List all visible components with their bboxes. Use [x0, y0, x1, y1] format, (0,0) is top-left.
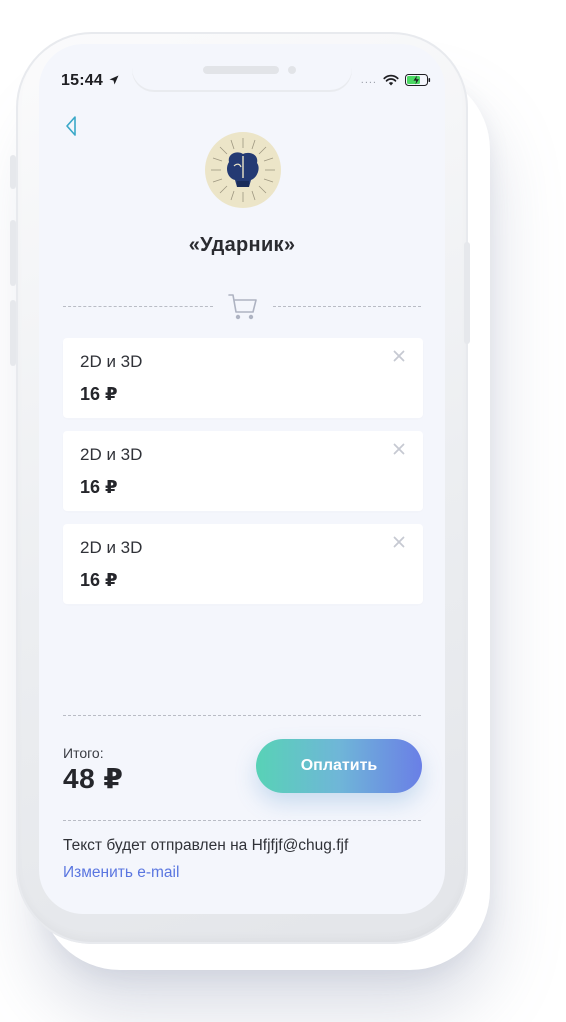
shop-title: «Ударник»: [188, 234, 296, 256]
shop-logo: [205, 132, 281, 208]
status-time: 15:44: [61, 72, 103, 89]
back-chevron-icon[interactable]: [63, 114, 79, 138]
status-icons: ....: [361, 74, 431, 86]
pay-button[interactable]: Оплатить: [256, 739, 422, 793]
total-value: 48 ₽: [63, 763, 124, 794]
divider-line-left: [63, 306, 213, 307]
cart-item: 2D и 3D 16 ₽: [63, 524, 423, 604]
boxing-gloves-icon: [211, 138, 275, 202]
item-price: 16 ₽: [80, 477, 118, 497]
close-icon[interactable]: [393, 443, 405, 455]
divider-line-right: [273, 306, 421, 307]
app-screen: 15:44 .... «Ударник» 2D и 3D 16 ₽ 2D и 3…: [39, 44, 445, 914]
item-price: 16 ₽: [80, 384, 118, 404]
front-camera: [288, 66, 296, 74]
item-name: 2D и 3D: [80, 538, 143, 557]
notch: [132, 44, 352, 90]
summary-divider-top: [63, 715, 421, 716]
power-button: [464, 242, 470, 344]
total-label: Итого:: [63, 745, 104, 761]
cart-item: 2D и 3D 16 ₽: [63, 431, 423, 511]
speaker-grille: [203, 66, 279, 74]
close-icon[interactable]: [393, 536, 405, 548]
change-email-link[interactable]: Изменить e-mail: [63, 864, 179, 882]
summary-divider-bottom: [63, 820, 421, 821]
close-icon[interactable]: [393, 350, 405, 362]
cart-item: 2D и 3D 16 ₽: [63, 338, 423, 418]
item-name: 2D и 3D: [80, 445, 143, 464]
battery-charging-icon: [405, 74, 431, 86]
volume-down-button: [10, 300, 16, 366]
email-note: Текст будет отправлен на Hfjfjf@chug.fjf: [63, 837, 349, 854]
item-name: 2D и 3D: [80, 352, 143, 371]
mute-switch: [10, 155, 16, 189]
wifi-icon: [383, 74, 399, 86]
signal-dots: ....: [360, 74, 377, 86]
item-price: 16 ₽: [80, 570, 118, 590]
location-arrow-icon: [109, 75, 119, 85]
cart-divider: [63, 292, 421, 322]
cart-icon: [228, 294, 257, 320]
volume-up-button: [10, 220, 16, 286]
